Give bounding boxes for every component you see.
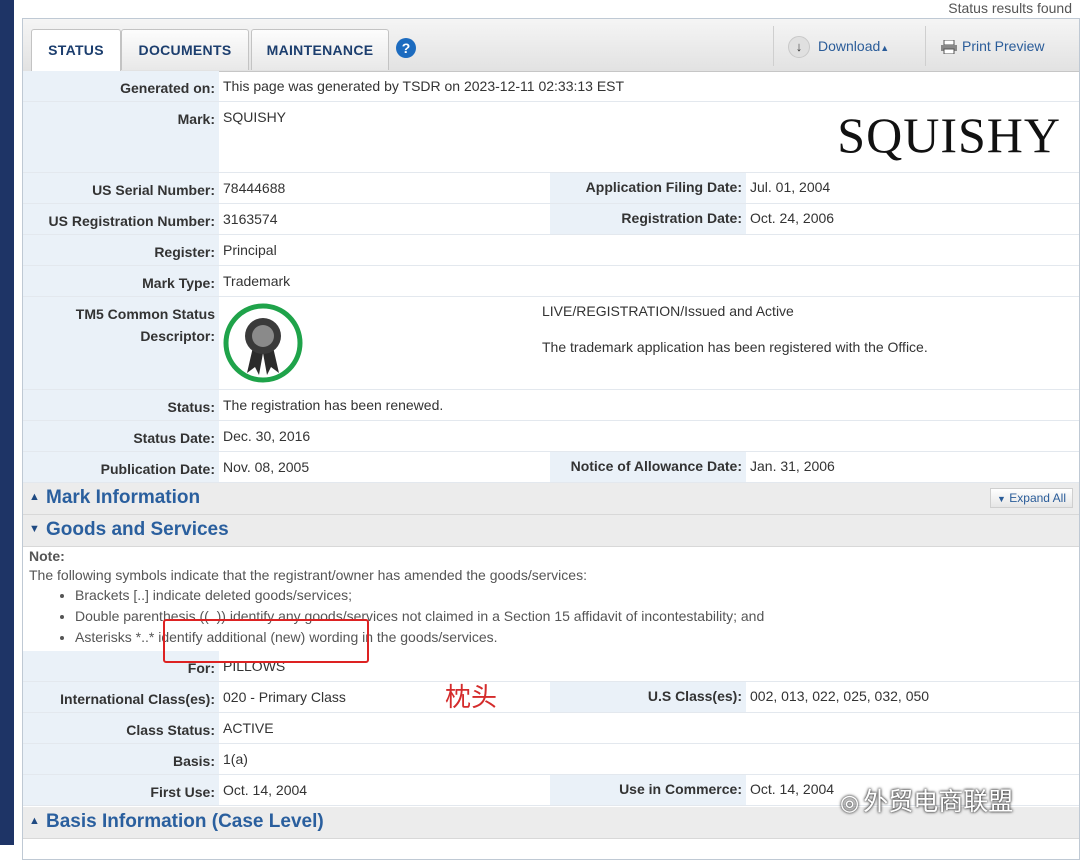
status-label: Status: [23,390,219,420]
reg-number-value: 3163574 [223,211,278,227]
caret-down-icon: ▼ [997,494,1006,504]
mark-value: SQUISHY [223,109,287,125]
tsdr-panel: STATUS DOCUMENTS MAINTENANCE ? ↓ Download… [22,18,1080,860]
row-register: Register: Principal [23,235,1079,266]
tab-bar: STATUS DOCUMENTS MAINTENANCE ? ↓ Download… [23,19,1079,72]
row-mark-type: Mark Type: Trademark [23,266,1079,297]
mark-information-title: Mark Information [46,487,201,508]
tab-documents[interactable]: DOCUMENTS [121,29,249,70]
allowance-date-label: Notice of Allowance Date: [550,452,746,482]
status-results-note: Status results found [948,0,1072,16]
row-international-class: International Class(es): 020 - Primary C… [23,682,1079,713]
section-mark-information[interactable]: ▲ Mark Information ▼ Expand All [23,483,1079,515]
publication-date-value: Nov. 08, 2005 [223,459,310,475]
row-serial: US Serial Number: 78444688 Application F… [23,173,1079,204]
tm5-status-text: LIVE/REGISTRATION/Issued and Active [542,303,794,319]
expand-arrow-icon: ▼ [29,523,40,535]
tm5-label: TM5 Common Status Descriptor: [23,297,219,389]
filing-date-value: Jul. 01, 2004 [750,179,831,195]
tm5-description: The trademark application has been regis… [542,339,928,355]
basis-value: 1(a) [223,751,248,767]
annotation-label: 枕头 [445,682,498,712]
print-preview-button[interactable]: Print Preview [925,26,1075,66]
note-label: Note: [29,548,65,564]
row-mark: Mark: SQUISHY SQUISHY [23,102,1079,173]
class-status-value: ACTIVE [223,720,274,736]
first-use-label: First Use: [23,775,219,805]
window-left-edge [0,0,14,845]
serial-value: 78444688 [223,180,286,196]
row-status: Status: The registration has been renewe… [23,390,1079,421]
tab-maintenance[interactable]: MAINTENANCE [251,29,389,70]
status-value: The registration has been renewed. [223,397,444,413]
row-registration: US Registration Number: 3163574 Registra… [23,204,1079,235]
section-goods-and-services[interactable]: ▼ Goods and Services [23,515,1079,547]
wechat-icon: ◎ [840,790,860,815]
serial-label: US Serial Number: [23,173,219,203]
use-in-commerce-label: Use in Commerce: [550,775,746,805]
filing-date-label: Application Filing Date: [550,173,746,203]
first-use-value: Oct. 14, 2004 [223,782,308,798]
print-label: Print Preview [962,38,1045,54]
row-basis: Basis: 1(a) [23,744,1079,775]
class-status-label: Class Status: [23,713,219,743]
row-status-date: Status Date: Dec. 30, 2016 [23,421,1079,452]
reg-number-label: US Registration Number: [23,204,219,234]
us-class-value: 002, 013, 022, 025, 032, 050 [750,688,930,704]
expand-all-label: Expand All [1009,491,1066,505]
registered-seal-icon [223,303,303,383]
mark-type-label: Mark Type: [23,266,219,296]
us-class-label: U.S Class(es): [550,682,746,712]
basis-information-title: Basis Information (Case Level) [46,811,324,832]
collapse-arrow-icon: ▲ [29,815,40,827]
mark-drawing-image: SQUISHY [837,107,1061,163]
question-circle-icon[interactable]: ? [396,38,416,58]
publication-date-label: Publication Date: [23,452,219,482]
tm5-label-line1: TM5 Common Status [75,306,215,322]
list-item: Brackets [..] indicate deleted goods/ser… [75,585,1069,606]
register-value: Principal [223,242,277,258]
download-arrow-icon: ↓ [788,36,810,59]
watermark: ◎ 外贸电商联盟 [840,782,1013,818]
row-tm5-descriptor: TM5 Common Status Descriptor: LIVE/REGIST… [23,297,1079,390]
note-text: The following symbols indicate that the … [29,567,587,583]
mark-type-value: Trademark [223,273,291,289]
expand-all-button[interactable]: ▼ Expand All [990,488,1073,508]
row-class-status: Class Status: ACTIVE [23,713,1079,744]
status-date-value: Dec. 30, 2016 [223,428,311,444]
allowance-date-value: Jan. 31, 2006 [750,458,835,474]
reg-date-label: Registration Date: [550,204,746,234]
download-label: Download [818,38,881,54]
tab-status[interactable]: STATUS [31,29,121,72]
use-in-commerce-value: Oct. 14, 2004 [750,781,835,797]
intl-class-label: International Class(es): [23,682,219,712]
download-button[interactable]: ↓ Download▲ [773,26,923,66]
intl-class-value: 020 - Primary Class [223,689,346,705]
watermark-text: 外贸电商联盟 [863,788,1014,816]
register-label: Register: [23,235,219,265]
collapse-arrow-icon: ▲ [29,491,40,503]
row-publication: Publication Date: Nov. 08, 2005 Notice o… [23,452,1079,483]
status-date-label: Status Date: [23,421,219,451]
caret-up-icon: ▲ [880,43,890,53]
mark-label: Mark: [23,102,219,172]
reg-date-value: Oct. 24, 2006 [750,210,835,226]
highlight-box [163,619,369,663]
goods-services-title: Goods and Services [46,519,229,540]
printer-icon [941,40,957,55]
basis-label: Basis: [23,744,219,774]
tm5-label-line2: Descriptor: [140,328,215,344]
row-generated-on: Generated on: This page was generated by… [23,71,1079,102]
generated-on-label: Generated on: [23,71,219,101]
generated-on-value: This page was generated by TSDR on 2023-… [223,78,625,94]
